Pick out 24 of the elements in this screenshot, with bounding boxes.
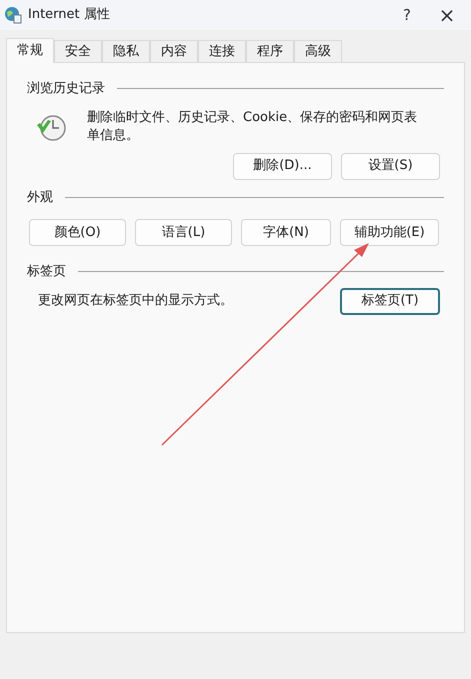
group-heading: 标签页 xyxy=(27,263,66,281)
tab[interactable]: 安全 xyxy=(54,40,102,62)
tab[interactable]: 内容 xyxy=(150,40,198,62)
globe-icon xyxy=(4,6,22,24)
window-title: Internet 属性 xyxy=(28,6,110,24)
tab[interactable]: 连接 xyxy=(198,40,246,62)
dialog-button[interactable]: 删除(D)... xyxy=(233,152,332,180)
dialog-button[interactable]: 标签页(T) xyxy=(340,288,440,314)
dialog-button[interactable]: 辅助功能(E) xyxy=(340,219,439,246)
tab[interactable]: 隐私 xyxy=(102,40,150,62)
dialog-button[interactable]: 设置(S) xyxy=(341,152,440,180)
dialog-button[interactable]: 语言(L) xyxy=(135,219,232,246)
tabs-description: 更改网页在标签页中的显示方式。 xyxy=(38,292,233,310)
group-heading: 外观 xyxy=(27,188,53,206)
history-description: 删除临时文件、历史记录、Cookie、保存的密码和网页表单信息。 xyxy=(87,108,418,144)
close-button[interactable]: × xyxy=(427,0,467,30)
tab[interactable]: 常规 xyxy=(6,38,54,63)
dialog-button[interactable]: 字体(N) xyxy=(241,219,331,246)
group-heading: 浏览历史记录 xyxy=(27,80,105,98)
clock-icon xyxy=(35,112,67,142)
tab[interactable]: 程序 xyxy=(246,40,294,62)
help-button[interactable]: ? xyxy=(395,4,419,26)
tab[interactable]: 高级 xyxy=(294,40,342,62)
dialog-button[interactable]: 颜色(O) xyxy=(29,219,126,246)
